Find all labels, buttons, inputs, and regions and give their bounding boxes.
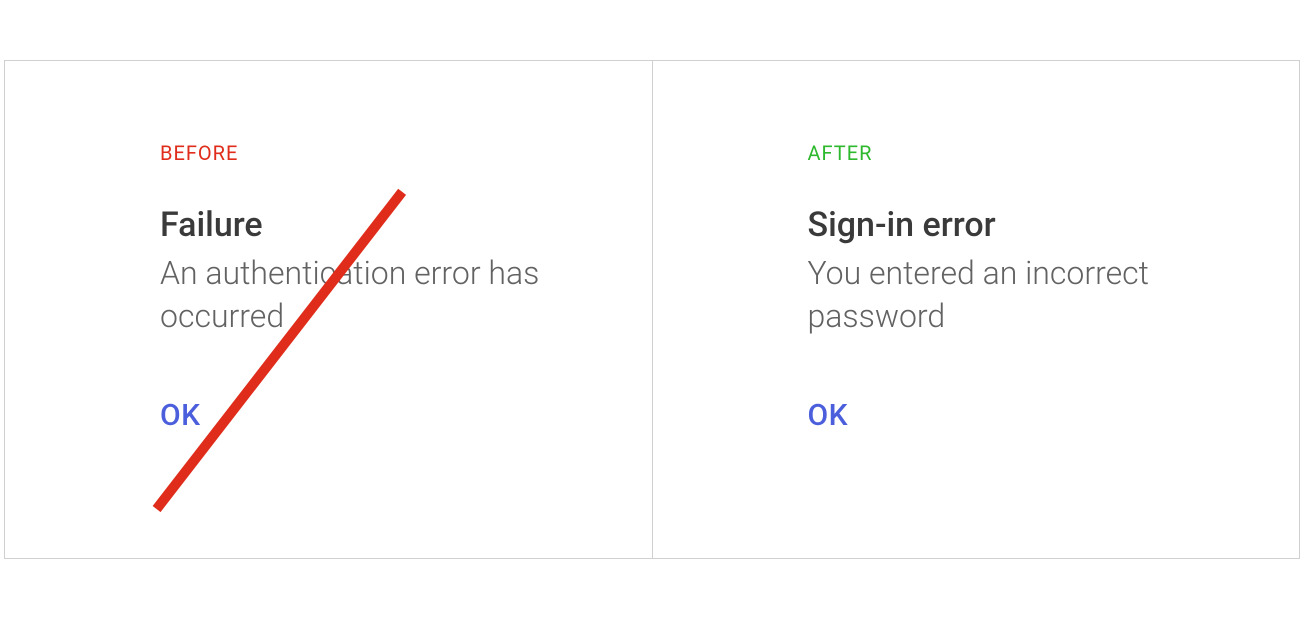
after-dialog-title: Sign-in error bbox=[808, 205, 1208, 246]
after-dialog: AFTER Sign-in error You entered an incor… bbox=[808, 141, 1208, 433]
before-panel: BEFORE Failure An authentication error h… bbox=[4, 60, 653, 559]
after-dialog-body: You entered an incorrect password bbox=[808, 252, 1208, 338]
before-ok-button[interactable]: OK bbox=[160, 398, 201, 433]
before-dialog-title: Failure bbox=[160, 205, 560, 246]
after-ok-button[interactable]: OK bbox=[808, 398, 849, 433]
after-tag: AFTER bbox=[808, 141, 1208, 165]
before-dialog-body: An authentication error has occurred bbox=[160, 252, 560, 338]
after-panel: AFTER Sign-in error You entered an incor… bbox=[653, 60, 1301, 559]
before-tag: BEFORE bbox=[160, 141, 560, 165]
before-dialog: BEFORE Failure An authentication error h… bbox=[160, 141, 560, 433]
